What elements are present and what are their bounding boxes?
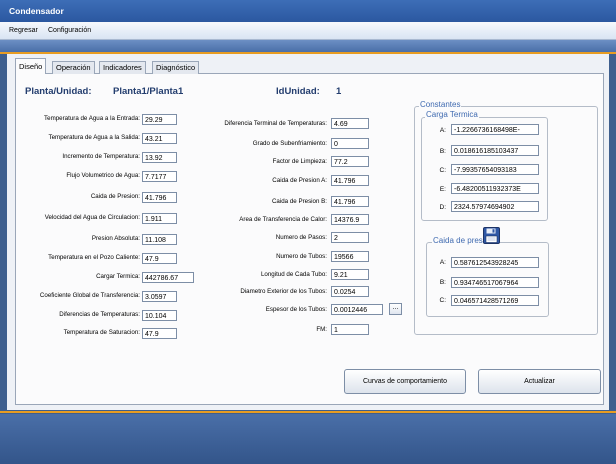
carga-field-c[interactable]: -7.99357654093183 — [451, 164, 539, 175]
field-fm[interactable]: 1 — [331, 324, 369, 335]
field-numero-pasos[interactable]: 2 — [331, 232, 369, 243]
tab-operacion[interactable]: Operación — [52, 61, 95, 74]
floppy-disk-icon — [483, 227, 500, 244]
menu-bar: Regresar Configuración — [0, 22, 616, 40]
label-velocidad-agua: Velocidad del Agua de Circulacion: — [44, 214, 140, 221]
caida-key-a: A: — [439, 259, 446, 266]
label-temp-pozo: Temperatura en el Pozo Caliente: — [48, 254, 140, 261]
label-espesor-tubos: Espesor de los Tubos: — [265, 306, 327, 313]
idunidad-value: 1 — [336, 86, 342, 97]
save-button[interactable] — [483, 227, 500, 244]
field-temp-salida[interactable]: 43.21 — [142, 133, 177, 144]
carga-key-d: D: — [439, 204, 447, 211]
constantes-title: Constantes — [419, 100, 462, 109]
label-fm: FM: — [316, 326, 327, 333]
carga-field-d[interactable]: 2324.57974694902 — [451, 201, 539, 212]
field-longitud-tubo[interactable]: 9.21 — [331, 269, 369, 280]
carga-key-c: C: — [439, 167, 447, 174]
actualizar-button[interactable]: Actualizar — [478, 369, 601, 394]
window-title: Condensador — [9, 6, 64, 16]
label-temp-salida: Temperatura de Agua a la Salida: — [48, 134, 141, 141]
field-area-transferencia[interactable]: 14376.9 — [331, 214, 369, 225]
tab-indicadores[interactable]: Indicadores — [99, 61, 146, 74]
label-numero-pasos: Numero de Pasos: — [275, 234, 327, 241]
title-bar: Condensador — [0, 0, 616, 22]
field-cargar-termica[interactable]: 442786.67 — [142, 272, 194, 283]
field-temp-pozo[interactable]: 47.9 — [142, 253, 177, 264]
label-caida-presion: Caida de Presion: — [90, 193, 140, 200]
carga-termica-title: Carga Termica — [425, 110, 479, 119]
label-diametro-exterior: Diametro Exterior de los Tubos: — [240, 288, 327, 295]
accent-stripe-bottom — [0, 411, 616, 413]
label-presion-absoluta: Presion Absoluta: — [91, 235, 140, 242]
caida-field-b[interactable]: 0.934746517067964 — [451, 277, 539, 288]
field-numero-tubos[interactable]: 19566 — [331, 251, 369, 262]
label-incremento-temp: Incremento de Temperatura: — [62, 153, 140, 160]
caida-field-a[interactable]: 0.587612543928245 — [451, 257, 539, 268]
carga-field-a[interactable]: -1.2266736168498E- — [451, 124, 539, 135]
label-caida-presion-b: Caida de Presion B: — [271, 198, 327, 205]
espesor-browse-button[interactable]: ... — [389, 303, 402, 315]
tab-diagnostico[interactable]: Diagnóstico — [152, 61, 200, 74]
field-velocidad-agua[interactable]: 1.911 — [142, 213, 177, 224]
field-caida-presion-a[interactable]: 41.796 — [331, 175, 369, 186]
field-temp-saturacion[interactable]: 47.9 — [142, 328, 177, 339]
carga-key-a: A: — [439, 127, 446, 134]
field-factor-limpieza[interactable]: 77.2 — [331, 156, 369, 167]
field-incremento-temp[interactable]: 13.92 — [142, 152, 177, 163]
label-flujo-volumetrico: Flujo Volumetrico de Agua: — [66, 172, 140, 179]
label-area-transferencia: Area de Transferencia de Calor: — [239, 216, 327, 223]
label-caida-presion-a: Caida de Presion A: — [272, 177, 327, 184]
carga-field-e[interactable]: -6.48200511932373E — [451, 183, 539, 194]
curvas-comportamiento-button[interactable]: Curvas de comportamiento — [344, 369, 466, 394]
label-cargar-termica: Cargar Termica: — [96, 273, 140, 280]
label-subenfriamiento: Grado de Subenfriamiento: — [252, 140, 327, 147]
field-caida-presion-b[interactable]: 41.796 — [331, 196, 369, 207]
carga-key-b: B: — [439, 148, 446, 155]
label-factor-limpieza: Factor de Limpieza: — [272, 158, 327, 165]
caida-key-b: B: — [439, 279, 446, 286]
label-temp-entrada: Temperatura de Agua a la Entrada: — [44, 115, 140, 122]
field-espesor-tubos[interactable]: 0.0012446 — [331, 304, 383, 315]
planta-unidad-label: Planta/Unidad: — [25, 86, 92, 97]
tab-diseno[interactable]: Diseño — [15, 58, 47, 74]
field-dif-terminal[interactable]: 4.69 — [331, 118, 369, 129]
planta-unidad-value: Planta1/Planta1 — [113, 86, 184, 97]
menu-configuracion[interactable]: Configuración — [48, 27, 91, 34]
label-dif-temp: Diferencias de Temperaturas: — [59, 311, 140, 318]
field-temp-entrada[interactable]: 29.29 — [142, 114, 177, 125]
field-presion-absoluta[interactable]: 11.108 — [142, 234, 177, 245]
field-dif-temp[interactable]: 10.104 — [142, 310, 177, 321]
footer-band — [0, 414, 616, 464]
header-band — [0, 40, 616, 52]
field-flujo-volumetrico[interactable]: 7.7177 — [142, 171, 177, 182]
field-diametro-exterior[interactable]: 0.0254 — [331, 286, 369, 297]
field-caida-presion[interactable]: 41.796 — [142, 192, 177, 203]
label-temp-saturacion: Temperatura de Saturacion: — [63, 329, 140, 336]
label-longitud-tubo: Longitud de Cada Tubo: — [260, 271, 327, 278]
label-dif-terminal: Diferencia Terminal de Temperaturas: — [224, 120, 327, 127]
menu-regresar[interactable]: Regresar — [9, 27, 38, 34]
label-numero-tubos: Numero de Tubos: — [276, 253, 327, 260]
carga-field-b[interactable]: 0.018616185103437 — [451, 145, 539, 156]
caida-key-c: C: — [439, 297, 447, 304]
field-subenfriamiento[interactable]: 0 — [331, 138, 369, 149]
field-coef-global[interactable]: 3.0597 — [142, 291, 177, 302]
caida-field-c[interactable]: 0.046571428571269 — [451, 295, 539, 306]
carga-key-e: E: — [439, 186, 446, 193]
label-coef-global: Coeficiente Global de Transferencia: — [39, 292, 140, 299]
idunidad-label: IdUnidad: — [276, 86, 320, 97]
